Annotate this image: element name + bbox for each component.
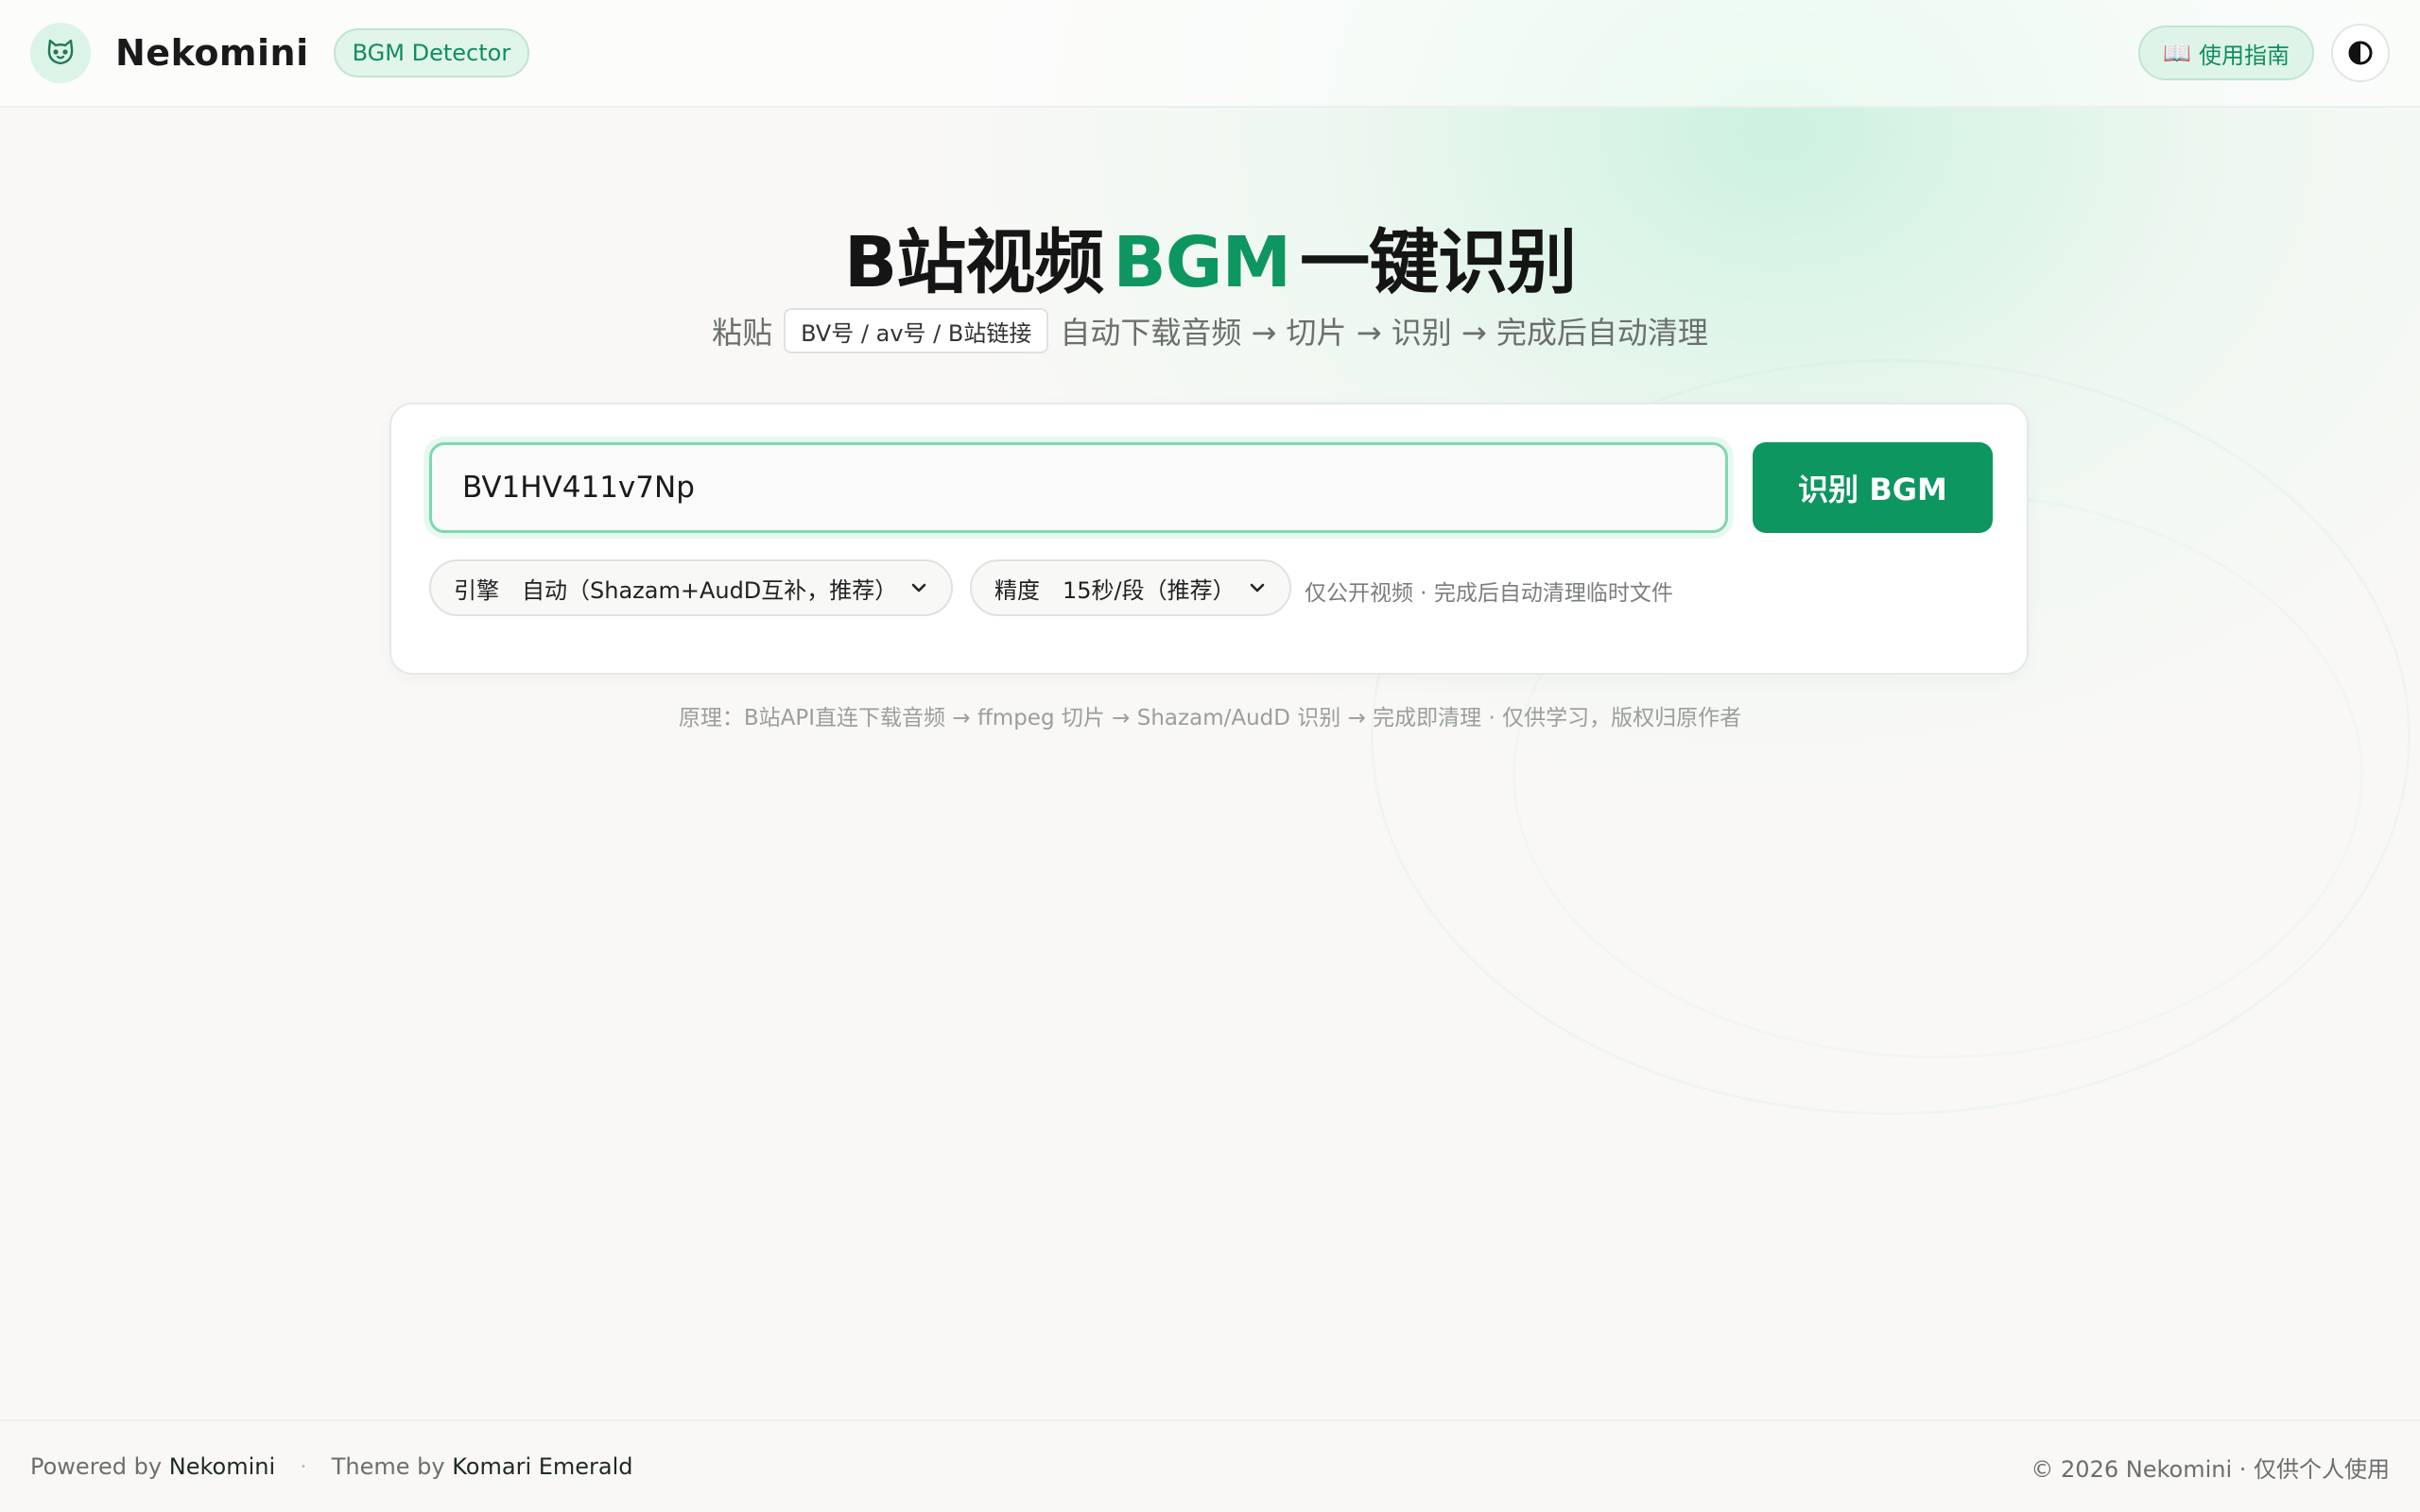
product-badge: BGM Detector: [333, 28, 530, 77]
book-icon: 📖: [2163, 40, 2191, 66]
chevron-down-icon: [1249, 579, 1266, 596]
powered-by-prefix: Powered by: [30, 1453, 163, 1480]
engine-select-value: 自动（Shazam+AudD互补，推荐）: [522, 576, 898, 604]
engine-select-label: 引擎: [454, 576, 499, 604]
video-id-input[interactable]: [429, 442, 1728, 533]
theme-toggle-button[interactable]: [2331, 24, 2390, 82]
contrast-icon: [2348, 41, 2373, 65]
page: Nekomini BGM Detector 📖 使用指南 B站视频 BGM 一键识别…: [0, 0, 2420, 1512]
brand-name[interactable]: Nekomini: [115, 32, 309, 74]
subtitle-suffix: 自动下载音频 → 切片 → 识别 → 完成后自动清理: [1060, 315, 1708, 351]
subtitle-prefix: 粘贴: [712, 315, 773, 351]
title-prefix: B站视频: [843, 222, 1104, 303]
title-accent: BGM: [1113, 222, 1291, 303]
precision-select-value: 15秒/段（推荐）: [1063, 576, 1236, 604]
precision-select-label: 精度: [994, 576, 1040, 604]
theme-by-link[interactable]: Komari Emerald: [452, 1453, 632, 1480]
title-suffix: 一键识别: [1300, 222, 1577, 303]
usage-note: 仅公开视频 · 完成后自动清理临时文件: [1305, 581, 1673, 606]
cat-face-icon[interactable]: [30, 23, 91, 83]
page-subtitle: 粘贴 BV号 / av号 / B站链接 自动下载音频 → 切片 → 识别 → 完…: [0, 308, 2420, 353]
footer: Powered by Nekomini · Theme by Komari Em…: [0, 1419, 2420, 1512]
theme-by-prefix: Theme by: [331, 1453, 445, 1480]
top-bar: Nekomini BGM Detector 📖 使用指南: [0, 0, 2420, 108]
precision-select[interactable]: 精度 15秒/段（推荐）: [970, 559, 1291, 616]
principle-note: 原理：B站API直连下载音频 → ffmpeg 切片 → Shazam/AudD…: [678, 706, 1742, 730]
guide-button-label: 使用指南: [2199, 42, 2290, 69]
input-format-chip: BV号 / av号 / B站链接: [784, 308, 1049, 353]
detect-bgm-button[interactable]: 识别 BGM: [1753, 442, 1993, 533]
page-title: B站视频 BGM 一键识别: [0, 206, 2420, 307]
chevron-down-icon: [910, 579, 927, 596]
copyright: © 2026 Nekomini · 仅供个人使用: [2031, 1455, 2390, 1483]
detect-form-card: 识别 BGM 引擎 自动（Shazam+AudD互补，推荐） 精度 15秒/段（…: [389, 403, 2029, 675]
powered-by-link[interactable]: Nekomini: [169, 1453, 275, 1480]
guide-button[interactable]: 📖 使用指南: [2138, 26, 2314, 80]
footer-separator: ·: [300, 1453, 307, 1480]
engine-select[interactable]: 引擎 自动（Shazam+AudD互补，推荐）: [429, 559, 953, 616]
